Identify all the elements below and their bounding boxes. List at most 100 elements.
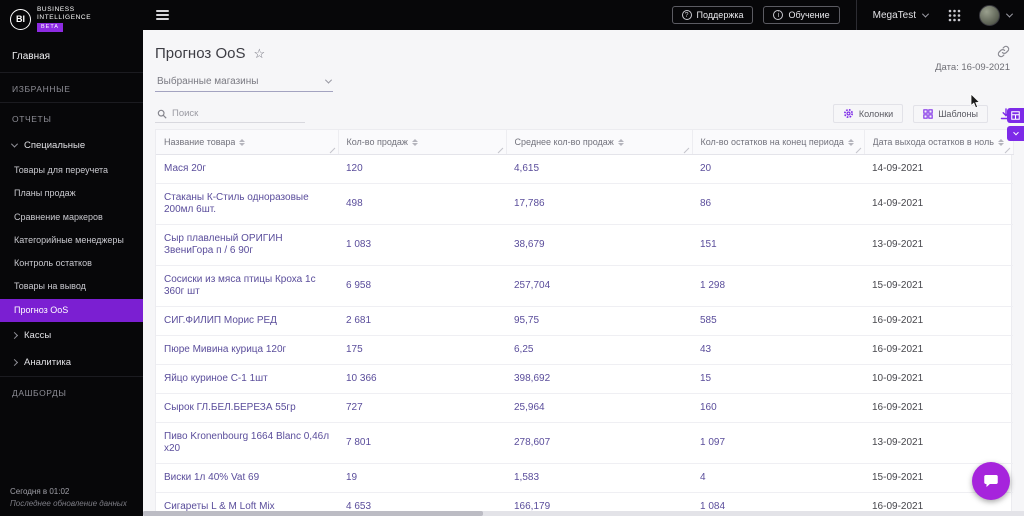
cell-sales-qty: 6 958 [338, 265, 506, 307]
table-row: Сыр плавленый ОРИГИН ЗвениГора п / 6 90г… [156, 224, 1013, 266]
sidebar-item-active[interactable]: Прогноз OoS [0, 298, 143, 322]
chat-fab-button[interactable] [972, 462, 1010, 500]
table-row: Яйцо куриное С-1 1шт 10 366 398,692 15 10-09… [156, 364, 1013, 394]
cell-sales-qty: 120 [338, 154, 506, 184]
table-row: Сосиски из мяса птицы Кроха 1с 360г шт 6 … [156, 265, 1013, 307]
cell-stock-end-period: 151 [692, 224, 864, 266]
table-header-row: Название товара Кол-во продаж Среднее кол-… [156, 130, 1014, 155]
column-header-stock-zero-date[interactable]: Дата выхода остатков в ноль [864, 130, 1014, 155]
sidebar-item[interactable]: Планы продаж [0, 182, 143, 205]
cell-stock-end-period: 20 [692, 154, 864, 184]
cell-sales-qty: 175 [338, 335, 506, 365]
gear-icon [843, 108, 854, 119]
sidebar-item[interactable]: Товары для переучета [0, 159, 143, 182]
table-row: Сырок ГЛ.БЕЛ.БЕРЕЗА 55гр 727 25,964 160 16-0… [156, 393, 1013, 423]
cell-avg-sales-qty: 95,75 [506, 306, 692, 336]
templates-icon [923, 108, 933, 119]
table-row: Пюре Мивина курица 120г 175 6,25 43 16-09-20… [156, 335, 1013, 365]
cell-sales-qty: 2 681 [338, 306, 506, 336]
cell-stock-end-period: 585 [692, 306, 864, 336]
column-label: Кол-во продаж [346, 137, 408, 147]
cell-stock-end-period: 15 [692, 364, 864, 394]
sidebar-group-special[interactable]: Специальные [0, 132, 143, 159]
column-label: Название товара [164, 137, 236, 147]
search-input[interactable] [172, 108, 303, 119]
cell-product-name[interactable]: Яйцо куриное С-1 1шт [156, 364, 338, 394]
sidebar-item[interactable]: Товары на вывод [0, 275, 143, 298]
workspace-label: MegaTest [872, 9, 916, 21]
store-filter-select[interactable]: Выбранные магазины [155, 73, 333, 92]
avatar[interactable] [979, 4, 1000, 26]
sidebar-item-home[interactable]: Главная [0, 40, 143, 72]
sort-icon[interactable] [617, 138, 624, 146]
table-body: Мася 20г 120 4,615 20 14-09-2021 Стаканы К-Ст… [156, 154, 1013, 516]
column-header-stock-end-period[interactable]: Кол-во остатков на конец периода [692, 130, 865, 155]
column-label: Дата выхода остатков в ноль [872, 137, 994, 147]
favorite-star-icon[interactable]: ☆ [253, 46, 265, 62]
sort-icon[interactable] [239, 138, 246, 146]
column-header-avg-sales-qty[interactable]: Среднее кол-во продаж [506, 130, 693, 155]
sidebar-item[interactable]: Категорийные менеджеры [0, 229, 143, 252]
support-button[interactable]: ? Поддержка [671, 6, 754, 24]
scroll-down-button[interactable] [1007, 126, 1024, 141]
column-header-product-name[interactable]: Название товара [156, 130, 339, 155]
sidebar-item[interactable]: Сравнение маркеров [0, 206, 143, 229]
cell-stock-zero-date: 16-09-2021 [864, 393, 1013, 423]
scrollbar-thumb[interactable] [143, 511, 483, 516]
sidebar-group-kassy[interactable]: Кассы [0, 322, 143, 349]
cell-stock-zero-date: 14-09-2021 [864, 154, 1013, 184]
search-icon [157, 109, 167, 119]
column-header-sales-qty[interactable]: Кол-во продаж [338, 130, 507, 155]
cell-stock-zero-date: 13-09-2021 [864, 224, 1013, 266]
workspace-selector[interactable]: MegaTest [872, 9, 930, 21]
sidebar-group-analytics[interactable]: Аналитика [0, 349, 143, 376]
cell-sales-qty: 7 801 [338, 422, 506, 464]
horizontal-scrollbar[interactable] [143, 511, 1024, 516]
cell-product-name[interactable]: Стаканы К-Стиль одноразовые 200мл 6шт. [156, 183, 338, 225]
cell-product-name[interactable]: Пюре Мивина курица 120г [156, 335, 338, 365]
sidebar-section-reports[interactable]: ОТЧЕТЫ [0, 102, 143, 132]
user-menu[interactable] [979, 4, 1014, 26]
sidebar-section-dashboards[interactable]: ДАШБОРДЫ [0, 375, 143, 406]
logo-line1: BUSINESS [37, 6, 75, 13]
columns-button[interactable]: Колонки [832, 104, 904, 123]
cell-product-name[interactable]: Сосиски из мяса птицы Кроха 1с 360г шт [156, 265, 338, 307]
cell-product-name[interactable]: Сырок ГЛ.БЕЛ.БЕРЕЗА 55гр [156, 393, 338, 423]
cell-stock-end-period: 4 [692, 463, 864, 493]
sidebar-group-label: Аналитика [24, 356, 72, 368]
refresh-note: Последнее обновление данных [10, 499, 127, 508]
menu-toggle-icon[interactable] [153, 5, 172, 26]
apps-grid-icon[interactable] [948, 9, 961, 22]
sort-icon[interactable] [847, 138, 854, 146]
training-button[interactable]: i Обучение [763, 6, 840, 24]
app-logo[interactable]: BI BUSINESS INTELLIGENCE BETA [0, 0, 143, 40]
support-label: Поддержка [696, 10, 744, 20]
column-label: Среднее кол-во продаж [514, 137, 614, 147]
topbar: ? Поддержка i Обучение MegaTest [143, 0, 1024, 30]
cell-stock-zero-date: 10-09-2021 [864, 364, 1013, 394]
table-view-button[interactable] [1007, 108, 1024, 123]
templates-button[interactable]: Шаблоны [913, 104, 988, 123]
table-row: Виски 1л 40% Vat 69 19 1,583 4 15-09-2021 [156, 463, 1013, 493]
cell-product-name[interactable]: Пиво Kronenbourg 1664 Blanc 0,46л x20 [156, 422, 338, 464]
cell-product-name[interactable]: СИГ.ФИЛИП Морис РЕД [156, 306, 338, 336]
chevron-right-icon [10, 331, 19, 339]
cell-product-name[interactable]: Мася 20г [156, 154, 338, 184]
table-row: СИГ.ФИЛИП Морис РЕД 2 681 95,75 585 16-09-20… [156, 306, 1013, 336]
refresh-time: Сегодня в 01:02 [10, 487, 70, 496]
column-label: Кол-во остатков на конец периода [700, 137, 844, 147]
sort-icon[interactable] [411, 138, 418, 146]
cell-product-name[interactable]: Виски 1л 40% Vat 69 [156, 463, 338, 493]
sidebar-section-favorites[interactable]: ИЗБРАННЫЕ [0, 72, 143, 102]
cell-stock-zero-date: 16-09-2021 [864, 306, 1013, 336]
cell-stock-end-period: 1 097 [692, 422, 864, 464]
cell-avg-sales-qty: 278,607 [506, 422, 692, 464]
chevron-down-icon [1005, 10, 1014, 18]
search-box[interactable] [155, 106, 305, 123]
cell-product-name[interactable]: Сыр плавленый ОРИГИН ЗвениГора п / 6 90г [156, 224, 338, 266]
sidebar-item[interactable]: Контроль остатков [0, 252, 143, 275]
share-link-icon[interactable] [997, 45, 1010, 58]
sort-icon[interactable] [997, 138, 1004, 146]
page-title: Прогноз OoS [155, 45, 246, 62]
support-icon: ? [681, 10, 692, 20]
